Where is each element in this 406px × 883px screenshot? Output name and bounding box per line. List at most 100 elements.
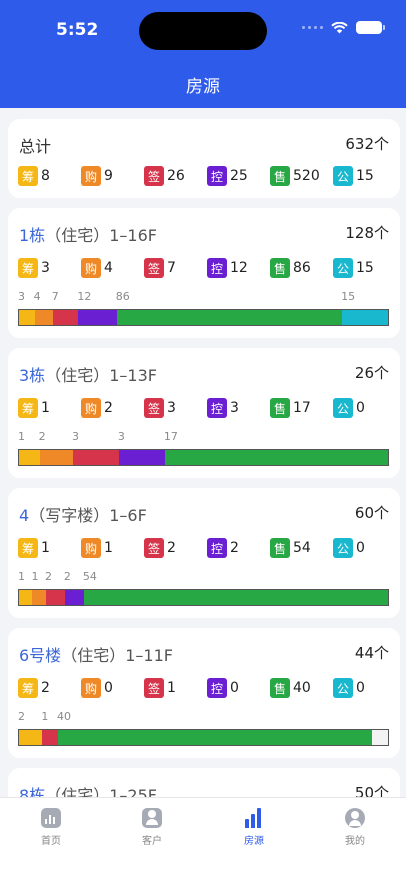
bar-segment-chou <box>19 730 43 745</box>
building-floors: 1–6F <box>109 506 147 525</box>
building-count: 128个 <box>345 224 389 242</box>
summary-card: 总计 632个 筹 8 购 9 签 26 控 25 售 520 公 15 <box>8 119 400 198</box>
status-tag: 签 <box>144 258 164 278</box>
bar-segment-remaining <box>372 730 388 745</box>
tab-home[interactable]: 首页 <box>21 808 81 847</box>
building-floors: 1–16F <box>109 226 157 245</box>
bar-labels: 1 2 3 3 17 <box>18 430 389 444</box>
bar-label: 3 <box>117 430 125 443</box>
status-tag: 售 <box>270 678 290 698</box>
tab-customer[interactable]: 客户 <box>122 808 182 847</box>
status-count: 0 <box>356 540 365 556</box>
status-chou: 筹1 <box>18 538 81 558</box>
status-shou: 售 17 <box>270 398 333 418</box>
building-card[interactable]: 4（写字楼）1–6F 60个 筹 1 购 1 签 2 控 2 售 54 公 0 1 1 2 2 54 <box>8 488 400 618</box>
bar-label: 15 <box>341 290 356 303</box>
status-tag: 售 <box>270 398 290 418</box>
status-gong: 公0 <box>333 538 396 558</box>
summary-count: 632个 <box>345 135 389 153</box>
bar-segment-chou <box>19 590 33 605</box>
bar-label: 40 <box>56 710 71 723</box>
tab-property[interactable]: 房源 <box>224 808 284 847</box>
tab-bar: 首页 客户 房源 我的 <box>0 797 406 883</box>
bar-label: 2 <box>63 570 71 583</box>
status-tag: 筹 <box>18 678 38 698</box>
status-tag: 控 <box>207 678 227 698</box>
status-tag: 筹 <box>18 258 38 278</box>
bar-label: 1 <box>18 430 25 443</box>
status-count: 54 <box>293 540 311 556</box>
status-chou: 筹2 <box>18 678 81 698</box>
bar-label: 54 <box>82 570 97 583</box>
building-type: （住宅） <box>61 646 126 665</box>
status-kong: 控0 <box>207 678 270 698</box>
status-tag: 筹 <box>18 166 38 186</box>
building-name: 4 <box>19 506 30 525</box>
status-count: 2 <box>41 680 50 696</box>
status-tag: 公 <box>333 538 353 558</box>
status-count: 12 <box>230 260 248 276</box>
status-kong: 控3 <box>207 398 270 418</box>
building-count: 44个 <box>354 644 389 662</box>
building-badges: 筹 1 购 2 签 3 控 3 售 17 公 0 <box>18 398 396 418</box>
bar-label: 12 <box>77 290 92 303</box>
tab-profile[interactable]: 我的 <box>325 808 385 847</box>
bar-label: 2 <box>18 710 25 723</box>
status-tag: 控 <box>207 258 227 278</box>
building-count: 26个 <box>354 364 389 382</box>
building-type: （住宅） <box>45 226 110 245</box>
status-tag: 购 <box>81 538 101 558</box>
building-floors: 1–13F <box>109 366 157 385</box>
bar-segment-kong <box>78 310 117 325</box>
bar-segment-gou <box>32 590 46 605</box>
bar-segment-kong <box>118 450 165 465</box>
building-card[interactable]: 3栋（住宅）1–13F 26个 筹 1 购 2 签 3 控 3 售 17 公 0 1 2 3 3 17 <box>8 348 400 478</box>
bar-labels: 3 4 7 12 86 15 <box>18 290 389 304</box>
building-card[interactable]: 6号楼（住宅）1–11F 44个 筹 2 购 0 签 1 控 0 售 40 公 0 2 1 40 <box>8 628 400 758</box>
building-count: 60个 <box>354 504 389 522</box>
status-bar-chart <box>18 729 389 746</box>
dynamic-island <box>139 12 267 50</box>
bar-segment-shou <box>164 450 388 465</box>
status-count: 17 <box>293 400 311 416</box>
tab-label: 首页 <box>41 836 61 847</box>
building-type: （住宅） <box>45 366 110 385</box>
status-tag: 签 <box>144 166 164 186</box>
signal-icon <box>302 26 323 29</box>
status-chou: 筹3 <box>18 258 81 278</box>
bar-segment-qian <box>52 310 79 325</box>
status-bar-chart <box>18 589 389 606</box>
status-count: 4 <box>104 260 113 276</box>
bar-label: 1 <box>41 710 49 723</box>
status-icons <box>302 21 385 34</box>
status-kong: 控 25 <box>207 166 270 186</box>
bar-label: 2 <box>44 570 52 583</box>
wifi-icon <box>331 21 348 33</box>
page-title: 房源 <box>186 77 220 97</box>
bar-label: 17 <box>163 430 178 443</box>
status-shou: 售 54 <box>270 538 333 558</box>
status-gou: 购4 <box>81 258 144 278</box>
status-count: 8 <box>41 168 50 184</box>
bar-labels: 2 1 40 <box>18 710 389 724</box>
bar-segment-gou <box>39 450 73 465</box>
status-tag: 签 <box>144 538 164 558</box>
building-card[interactable]: 1栋（住宅）1–16F 128个 筹 3 购 4 签 7 控 12 售 86 公 15 3 4 7 12 86… <box>8 208 400 338</box>
building-name: 6号楼 <box>19 646 62 665</box>
status-tag: 购 <box>81 166 101 186</box>
status-gong: 公 15 <box>333 258 396 278</box>
status-count: 2 <box>104 400 113 416</box>
status-count: 3 <box>167 400 176 416</box>
bar-label: 4 <box>33 290 41 303</box>
bar-segment-gou <box>34 310 53 325</box>
status-count: 520 <box>293 168 320 184</box>
bar-segment-gong <box>342 310 388 325</box>
status-tag: 筹 <box>18 398 38 418</box>
bar-segment-qian <box>45 590 65 605</box>
bar-segment-shou <box>116 310 343 325</box>
bar-segment-chou <box>19 450 40 465</box>
customer-icon <box>142 808 162 828</box>
status-kong: 控2 <box>207 538 270 558</box>
status-tag: 购 <box>81 398 101 418</box>
status-gou: 购1 <box>81 538 144 558</box>
